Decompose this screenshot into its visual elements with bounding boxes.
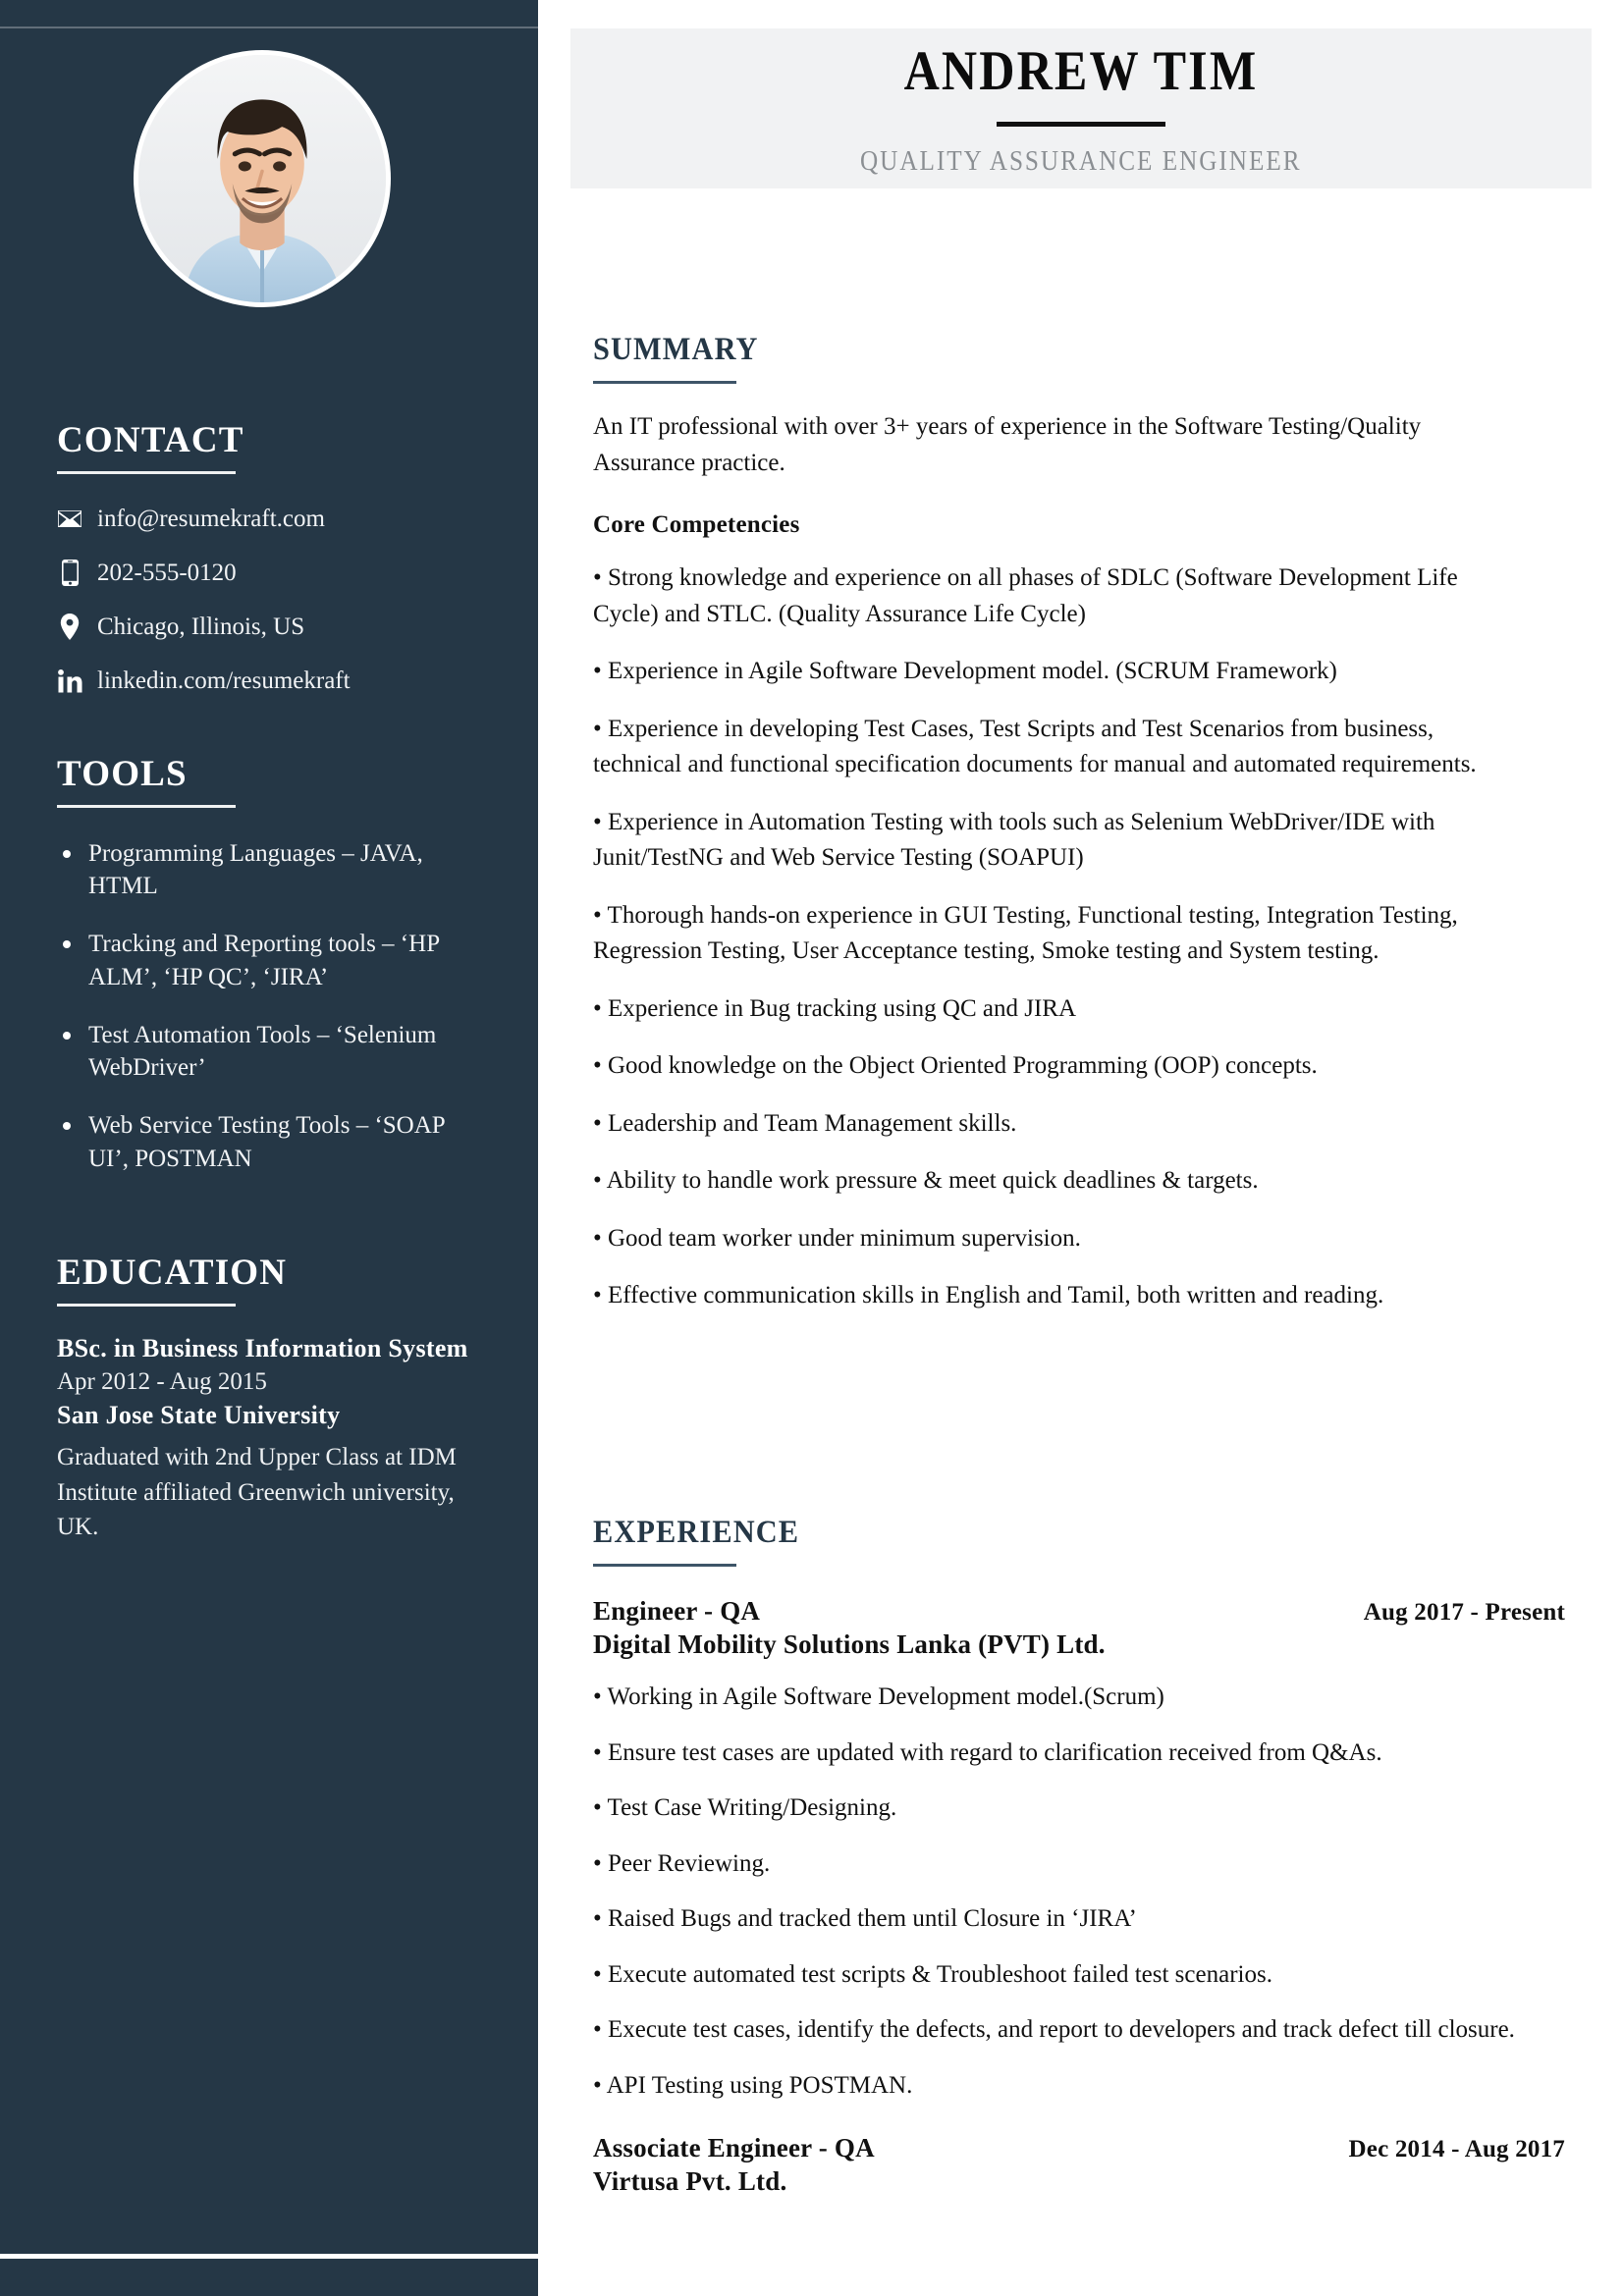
- experience-job: Associate Engineer - QA Dec 2014 - Aug 2…: [593, 2133, 1565, 2197]
- tools-section: TOOLS Programming Languages – JAVA, HTML…: [57, 754, 489, 1201]
- job-header: Engineer - QA Aug 2017 - Present: [593, 1596, 1565, 1627]
- contact-item-location[interactable]: Chicago, Illinois, US: [57, 613, 489, 642]
- contact-list: info@resumekraft.com 202-555-0120 Chicag…: [57, 505, 489, 696]
- list-item: Test Automation Tools – ‘Selenium WebDri…: [57, 1019, 489, 1085]
- summary-section: SUMMARY An IT professional with over 3+ …: [593, 332, 1511, 1314]
- main-content: ANDREW TIM QUALITY ASSURANCE ENGINEER SU…: [538, 0, 1623, 2296]
- contact-item-email[interactable]: info@resumekraft.com: [57, 505, 489, 534]
- experience-heading-rule: [593, 1564, 736, 1567]
- sidebar-page-break-divider: [0, 2254, 538, 2259]
- page-title: ANDREW TIM: [903, 40, 1259, 102]
- job-bullet: • Ensure test cases are updated with reg…: [593, 1738, 1382, 1766]
- job-bullet: • API Testing using POSTMAN.: [593, 2071, 913, 2099]
- list-item: Programming Languages – JAVA, HTML: [57, 837, 489, 903]
- education-description: Graduated with 2nd Upper Class at IDM In…: [57, 1444, 457, 1541]
- summary-bullet: • Good team worker under minimum supervi…: [593, 1224, 1081, 1252]
- summary-bullet: • Leadership and Team Management skills.: [593, 1109, 1017, 1137]
- avatar-image: [138, 55, 386, 302]
- tools-heading-rule: [57, 804, 236, 808]
- summary-bullet: • Experience in Bug tracking using QC an…: [593, 994, 1076, 1022]
- job-date: Aug 2017 - Present: [1363, 1599, 1565, 1626]
- contact-linkedin-text: linkedin.com/resumekraft: [97, 667, 351, 694]
- job-company: Digital Mobility Solutions Lanka (PVT) L…: [593, 1629, 1106, 1659]
- job-bullet: • Test Case Writing/Designing.: [593, 1794, 897, 1821]
- summary-bullet: • Effective communication skills in Engl…: [593, 1282, 1384, 1308]
- job-role: Associate Engineer - QA: [593, 2133, 875, 2163]
- summary-bullet: • Strong knowledge and experience on all…: [593, 564, 1458, 627]
- contact-item-linkedin[interactable]: linkedin.com/resumekraft: [57, 667, 489, 696]
- sidebar-top-divider: [0, 27, 538, 28]
- tools-list: Programming Languages – JAVA, HTML Track…: [57, 837, 489, 1175]
- sidebar: CONTACT info@resumekraft.com 202-555-012…: [0, 0, 538, 2296]
- summary-heading: SUMMARY: [593, 332, 759, 367]
- education-dates: Apr 2012 - Aug 2015: [57, 1368, 267, 1396]
- job-bullet: • Execute test cases, identify the defec…: [593, 2016, 1515, 2043]
- job-bullet: • Peer Reviewing.: [593, 1849, 771, 1877]
- job-title: QUALITY ASSURANCE ENGINEER: [860, 146, 1302, 177]
- education-heading-rule: [57, 1303, 236, 1307]
- list-item: Tracking and Reporting tools – ‘HP ALM’,…: [57, 928, 489, 993]
- education-heading: EDUCATION: [57, 1253, 288, 1293]
- summary-bullet: • Thorough hands-on experience in GUI Te…: [593, 901, 1458, 965]
- contact-item-phone[interactable]: 202-555-0120: [57, 559, 489, 588]
- name-divider: [997, 122, 1165, 127]
- envelope-icon: [57, 509, 82, 528]
- summary-bullet: • Experience in Agile Software Developme…: [593, 658, 1337, 684]
- summary-heading-rule: [593, 381, 736, 384]
- tools-heading: TOOLS: [57, 754, 188, 794]
- job-role: Engineer - QA: [593, 1596, 761, 1626]
- contact-heading: CONTACT: [57, 420, 244, 460]
- job-header: Associate Engineer - QA Dec 2014 - Aug 2…: [593, 2133, 1565, 2163]
- education-school: San Jose State University: [57, 1400, 341, 1429]
- job-bullet: • Execute automated test scripts & Troub…: [593, 1960, 1272, 1988]
- experience-heading: EXPERIENCE: [593, 1515, 800, 1550]
- summary-bullet: • Experience in developing Test Cases, T…: [593, 715, 1477, 778]
- job-company: Virtusa Pvt. Ltd.: [593, 2166, 787, 2196]
- avatar: [134, 50, 391, 307]
- contact-location-text: Chicago, Illinois, US: [97, 613, 305, 640]
- experience-job: Engineer - QA Aug 2017 - Present Digital…: [593, 1596, 1565, 2104]
- location-pin-icon: [57, 614, 82, 641]
- summary-paragraph: An IT professional with over 3+ years of…: [593, 413, 1422, 476]
- summary-bullet: • Good knowledge on the Object Oriented …: [593, 1052, 1318, 1079]
- education-degree: BSc. in Business Information System: [57, 1333, 468, 1362]
- contact-phone-text: 202-555-0120: [97, 559, 237, 586]
- education-section: EDUCATION BSc. in Business Information S…: [57, 1253, 489, 1545]
- linkedin-icon: [57, 668, 82, 693]
- job-bullet: • Working in Agile Software Development …: [593, 1683, 1164, 1710]
- job-bullet: • Raised Bugs and tracked them until Clo…: [593, 1905, 1137, 1932]
- resume-page: CONTACT info@resumekraft.com 202-555-012…: [0, 0, 1623, 2296]
- contact-email-text: info@resumekraft.com: [97, 505, 325, 532]
- summary-bullet: • Ability to handle work pressure & meet…: [593, 1167, 1259, 1194]
- mobile-phone-icon: [57, 560, 82, 587]
- list-item: Web Service Testing Tools – ‘SOAP UI’, P…: [57, 1109, 489, 1175]
- core-competencies-heading: Core Competencies: [593, 511, 800, 538]
- summary-bullet: • Experience in Automation Testing with …: [593, 808, 1435, 872]
- job-date: Dec 2014 - Aug 2017: [1348, 2136, 1565, 2163]
- education-entry: BSc. in Business Information System Apr …: [57, 1333, 489, 1545]
- name-header-banner: ANDREW TIM QUALITY ASSURANCE ENGINEER: [570, 28, 1592, 188]
- experience-section: EXPERIENCE Engineer - QA Aug 2017 - Pres…: [593, 1515, 1565, 2197]
- contact-heading-rule: [57, 470, 236, 474]
- contact-section: CONTACT info@resumekraft.com 202-555-012…: [57, 420, 489, 721]
